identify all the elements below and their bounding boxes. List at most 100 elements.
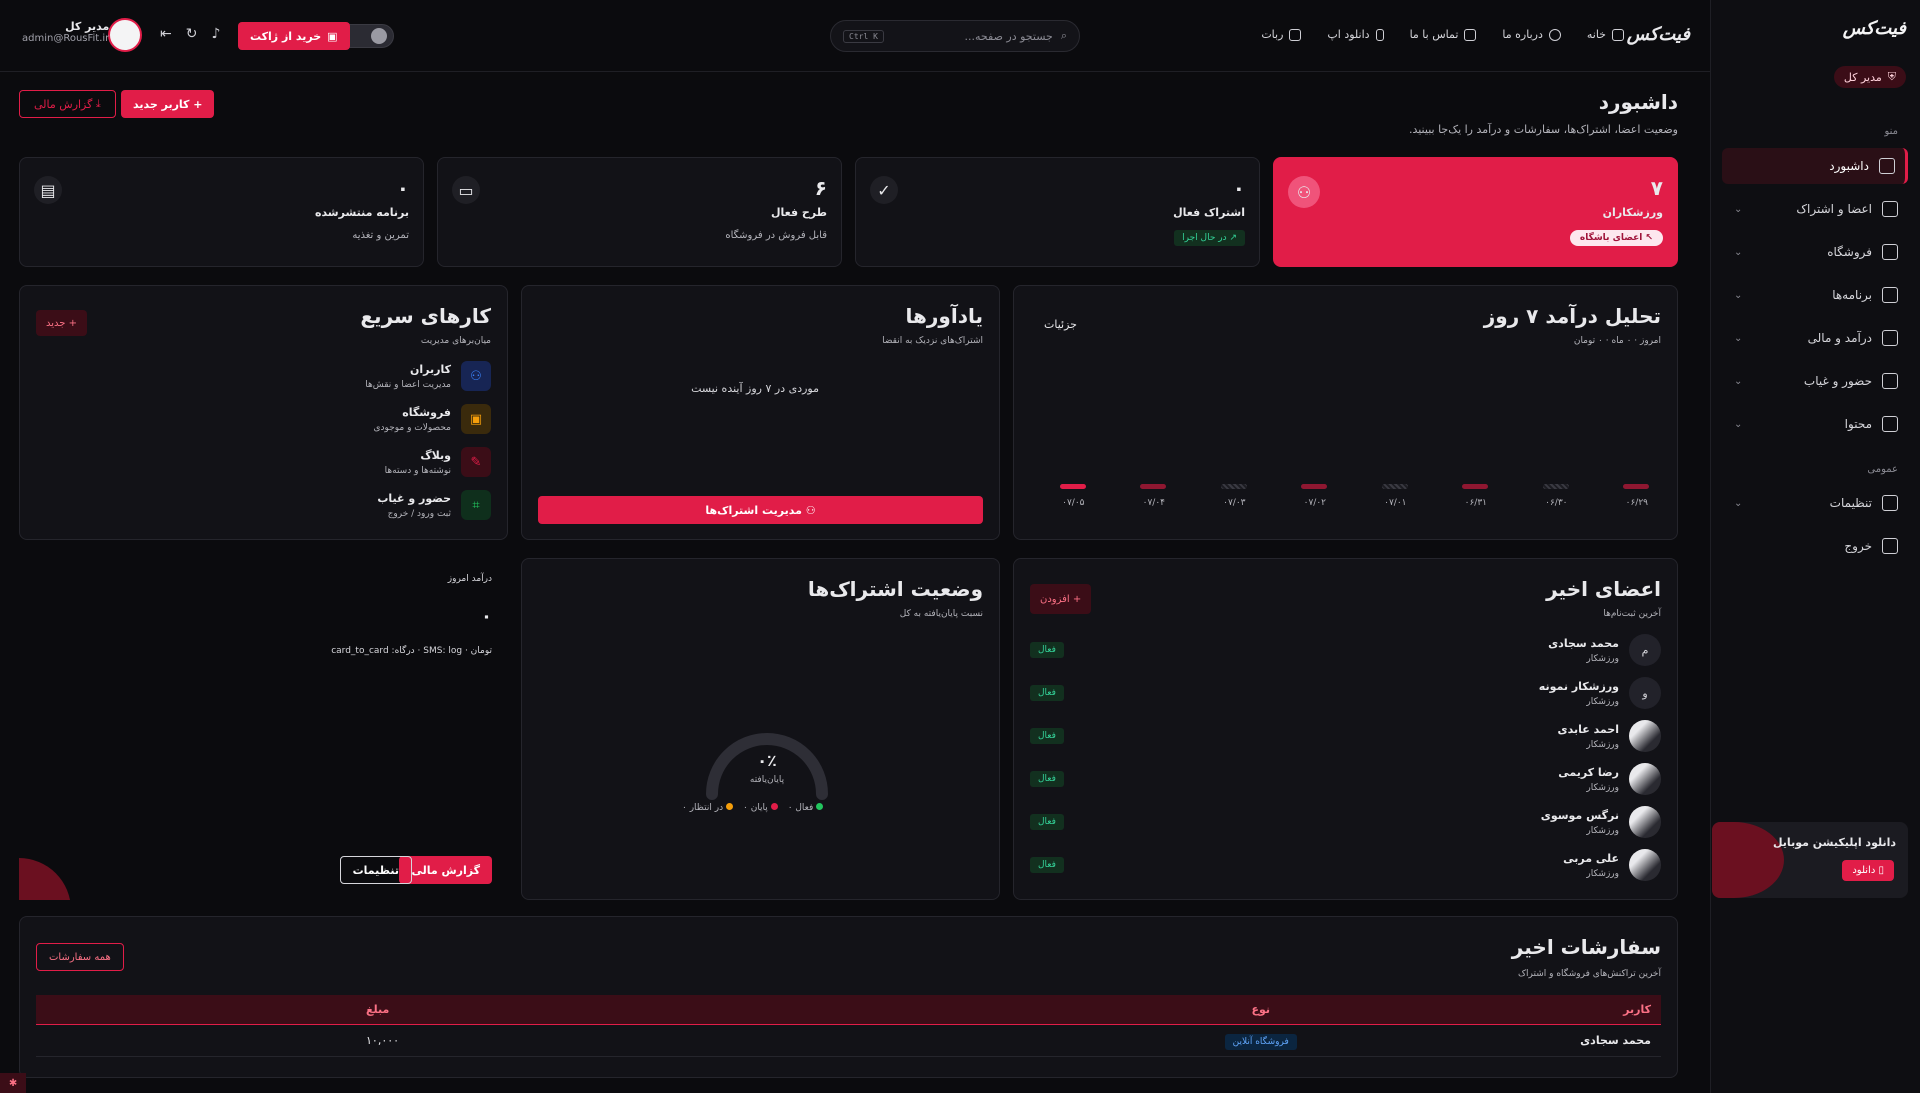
all-orders-button[interactable]: همه سفارشات [36,943,124,971]
member-row[interactable]: احمد عابدی ورزشکار [1558,720,1661,752]
sidebar-item-programs[interactable]: برنامه‌ها ⌄ [1722,277,1908,313]
stat-card-plans[interactable]: ۶ طرح فعال قابل فروش در فروشگاه ▭ [437,157,842,267]
bar[interactable] [1542,484,1569,489]
bag-icon: ▣ [461,404,491,434]
member-row[interactable]: نرگس موسوی ورزشکار [1541,806,1661,838]
sidebar-item-finance[interactable]: درآمد و مالی ⌄ [1722,320,1908,356]
today-settings-button[interactable]: تنظیمات [339,856,412,884]
nav-contact[interactable]: تماس با ما [1410,28,1477,41]
quick-new-button[interactable]: + جدید [36,310,88,336]
bell-icon[interactable]: ♪ [211,26,220,42]
quick-attendance[interactable]: ⌗ حضور و غیاب ثبت ورود / خروج [377,490,491,520]
sidebar-item-label: برنامه‌ها [1832,288,1872,302]
nav-home[interactable]: خانه [1587,28,1624,41]
chevron-down-icon: ⌄ [1734,332,1743,344]
stat-value: ۰ [1232,176,1245,200]
member-role: ورزشکار [1586,653,1619,664]
stat-card-athletes[interactable]: ۷ ورزشکاران ↖ اعضای باشگاه ⚇ [1273,157,1678,267]
quick-sub-item: مدیریت اعضا و نقش‌ها [365,379,451,390]
stat-label: طرح فعال [770,206,827,219]
column-header-amount: مبلغ [36,995,1127,1025]
subs-subtitle: نسبت پایان‌یافته به کل [899,609,983,619]
sidebar-item-label: درآمد و مالی [1807,331,1872,345]
nav-about[interactable]: درباره ما [1502,28,1561,41]
add-member-button[interactable]: + افزودن [1030,584,1092,614]
status-badge: فعال [1030,728,1064,744]
nav-bot[interactable]: ربات [1261,28,1302,41]
topbar-logo[interactable]: فیت‌کس [1627,24,1690,45]
reminders-card: یادآورها اشتراک‌های نزدیک به انقضا موردی… [521,285,1000,540]
stat-card-programs[interactable]: ۰ برنامه منتشرشده تمرین و تغذیه ▤ [19,157,424,267]
quick-store[interactable]: ▣ فروشگاه محصولات و موجودی [374,404,491,434]
order-type-cell: فروشگاه آنلاین [1126,1024,1396,1057]
sidebar-item-label: اعضا و اشتراک [1796,202,1872,216]
legend-pending: در انتظار ۰ [682,803,733,813]
stat-badge-label: در حال اجرا [1182,233,1227,243]
stat-card-subscriptions[interactable]: ۰ اشتراک فعال ↗ در حال اجرا ✓ [855,157,1260,267]
sidebar-item-label: خروج [1844,539,1872,553]
member-role: ورزشکار [1586,782,1619,793]
member-row[interactable]: رضا کریمی ورزشکار [1558,763,1661,795]
members-subtitle: آخرین ثبت‌نام‌ها [1603,609,1661,619]
today-report-button[interactable]: گزارش مالی [399,856,492,884]
nav-label: ربات [1261,28,1284,41]
column-header-user: کاربر [1395,995,1661,1025]
logout-icon[interactable]: ⇤ [160,26,172,42]
manage-subscriptions-button[interactable]: ⚇ مدیریت اشتراک‌ها [538,496,983,524]
bar[interactable] [1220,484,1247,489]
app-download-label: دانلود [1852,865,1876,876]
app-download-button[interactable]: ▯ دانلود [1842,860,1894,881]
toggle-knob [371,28,387,44]
member-role: ورزشکار [1586,696,1619,707]
user-name: مدیر کل [65,20,110,33]
search-input[interactable]: ⌕ جستجو در صفحه... Ctrl K [830,20,1080,52]
order-type-badge: فروشگاه آنلاین [1224,1034,1297,1050]
sidebar-item-store[interactable]: فروشگاه ⌄ [1722,234,1908,270]
member-row[interactable]: م محمد سجادی ورزشکار [1548,634,1661,666]
chevron-down-icon: ⌄ [1734,203,1743,215]
logout-icon [1882,538,1898,554]
nav-download[interactable]: دانلود اپ [1327,28,1384,41]
logo[interactable]: فیت‌کس [1843,18,1906,39]
stat-value: ۷ [1650,176,1663,200]
member-name: نرگس موسوی [1540,808,1619,822]
reminders-title: یادآورها [905,304,983,328]
new-user-button[interactable]: + کاربر جدید [121,90,215,118]
orders-table: کاربر نوع مبلغ محمد سجادی فروشگاه آنلاین… [36,995,1661,1057]
quick-blog[interactable]: ✎ وبلاگ نوشته‌ها و دسته‌ها [385,447,491,477]
dot-icon [816,803,824,810]
today-revenue-panel: درآمد امروز ۰ تومان · SMS: log · درگاه: … [19,558,508,900]
sidebar-item-label: داشبورد [1829,159,1869,173]
financial-report-button[interactable]: ⤓ گزارش مالی [19,90,116,118]
member-row[interactable]: علی مربی ورزشکار [1563,849,1661,881]
table-row[interactable]: محمد سجادی فروشگاه آنلاین ۱۰,۰۰۰ [36,1024,1661,1057]
sidebar-item-attendance[interactable]: حضور و غیاب ⌄ [1722,363,1908,399]
debug-icon[interactable]: ✱ [0,1073,26,1093]
sidebar-item-content[interactable]: محتوا ⌄ [1722,406,1908,442]
bar[interactable] [1462,484,1488,489]
quick-users[interactable]: ⚇ کاربران مدیریت اعضا و نقش‌ها [365,361,491,391]
member-row[interactable]: و ورزشکار نمونه ورزشکار [1539,677,1661,709]
member-name: محمد سجادی [1548,636,1619,650]
quick-sub-item: ثبت ورود / خروج [387,508,451,519]
download-icon: ⤓ [92,97,101,110]
bar[interactable] [1140,484,1166,489]
buy-button[interactable]: ▣ خرید از ژاکت [238,22,350,50]
chevron-down-icon: ⌄ [1734,497,1743,509]
bar[interactable] [1381,484,1408,489]
chart-icon [1882,330,1898,346]
manage-label: مدیریت اشتراک‌ها [705,503,802,517]
bar[interactable] [1301,484,1327,489]
sidebar-item-logout[interactable]: خروج [1722,528,1908,564]
avatar[interactable] [108,18,142,52]
subscription-status-card: وضعیت اشتراک‌ها نسبت پایان‌یافته به کل ۰… [521,558,1000,900]
bar[interactable] [1623,484,1649,489]
bag-icon: ▣ [327,29,338,43]
avatar: م [1629,634,1661,666]
bar[interactable] [1059,484,1086,489]
sidebar-item-dashboard[interactable]: داشبورد [1722,148,1908,184]
refresh-icon[interactable]: ↻ [186,26,198,42]
sidebar-item-members[interactable]: اعضا و اشتراک ⌄ [1722,191,1908,227]
details-link[interactable]: جزئیات [1044,318,1077,331]
sidebar-item-settings[interactable]: تنظیمات ⌄ [1722,485,1908,521]
